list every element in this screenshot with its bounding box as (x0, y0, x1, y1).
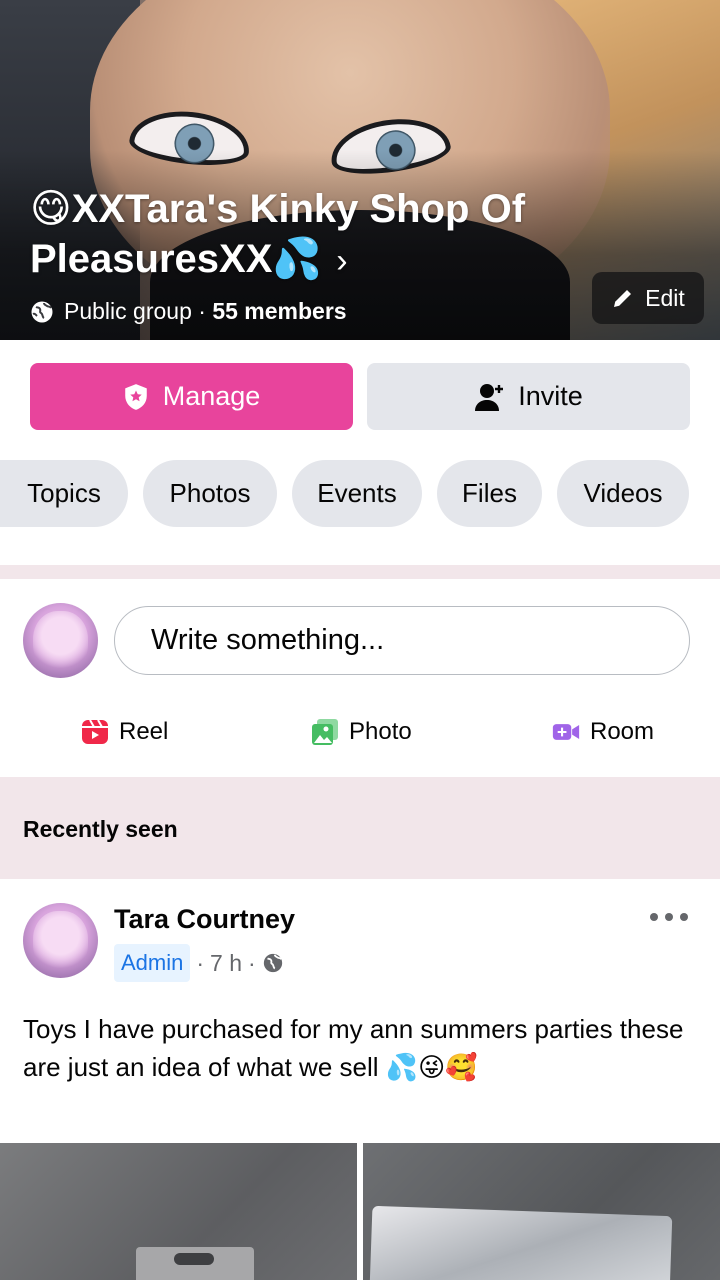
tab-label: Files (462, 478, 517, 508)
group-title-link[interactable]: 😋XXTara's Kinky Shop Of PleasuresXX💦 › (30, 184, 590, 286)
manage-button[interactable]: Manage (30, 363, 353, 430)
tab-label: Topics (27, 478, 101, 508)
photo-label: Photo (349, 718, 412, 745)
composer-placeholder: Write something... (151, 624, 385, 656)
post-author-avatar[interactable] (23, 903, 98, 978)
edit-cover-button[interactable]: Edit (592, 272, 704, 324)
globe-icon (263, 953, 282, 973)
reel-label: Reel (119, 718, 169, 745)
more-options-icon[interactable] (650, 903, 688, 931)
globe-icon (31, 301, 53, 322)
pencil-icon (614, 290, 632, 307)
meta-dot: · (196, 949, 205, 976)
reel-button[interactable]: Reel (81, 718, 168, 746)
tab-label: Events (317, 478, 397, 508)
section-heading: Recently seen (23, 816, 178, 842)
write-something-input[interactable]: Write something... (114, 606, 690, 675)
post-body: Toys I have purchased for my ann summers… (23, 1014, 684, 1082)
avatar[interactable] (23, 603, 98, 678)
meta-separator: · (191, 298, 213, 324)
privacy-label: Public group (64, 298, 192, 324)
post-photo[interactable] (0, 1143, 357, 1280)
group-page: 😋XXTara's Kinky Shop Of PleasuresXX💦 › Pu… (0, 0, 720, 1280)
chevron-right-icon: › (336, 242, 348, 280)
group-tabs: Topics Photos Events Files Videos (0, 460, 704, 527)
post-photo[interactable] (363, 1143, 720, 1280)
group-meta: Public group · 55 members (30, 298, 347, 325)
invite-label: Invite (518, 381, 583, 411)
room-icon (552, 724, 580, 740)
tab-photos[interactable]: Photos (143, 460, 277, 527)
post-author-name[interactable]: Tara Courtney (114, 904, 295, 935)
room-button[interactable]: Room (552, 718, 654, 746)
tab-files[interactable]: Files (437, 460, 542, 527)
tab-label: Photos (169, 478, 251, 508)
tab-videos[interactable]: Videos (557, 460, 689, 527)
admin-shield-icon (124, 383, 147, 410)
manage-label: Manage (162, 381, 261, 411)
tab-label: Videos (583, 478, 663, 508)
member-count[interactable]: 55 members (212, 298, 346, 325)
meta-dot: · (248, 949, 256, 976)
admin-badge: Admin (114, 944, 191, 982)
section-divider (0, 565, 720, 579)
room-label: Room (590, 718, 655, 745)
tab-topics[interactable]: Topics (0, 460, 128, 527)
photo-button[interactable]: Photo (311, 718, 412, 746)
post-timestamp[interactable]: 7 h (210, 950, 242, 977)
invite-button[interactable]: Invite (367, 363, 690, 430)
group-title: 😋XXTara's Kinky Shop Of PleasuresXX💦 (30, 187, 526, 281)
post-meta: Admin · 7 h · (114, 944, 284, 982)
edit-label: Edit (645, 284, 685, 311)
photo-icon (312, 719, 338, 745)
reel-icon (82, 719, 108, 744)
add-person-icon (475, 383, 504, 411)
tab-events[interactable]: Events (292, 460, 422, 527)
